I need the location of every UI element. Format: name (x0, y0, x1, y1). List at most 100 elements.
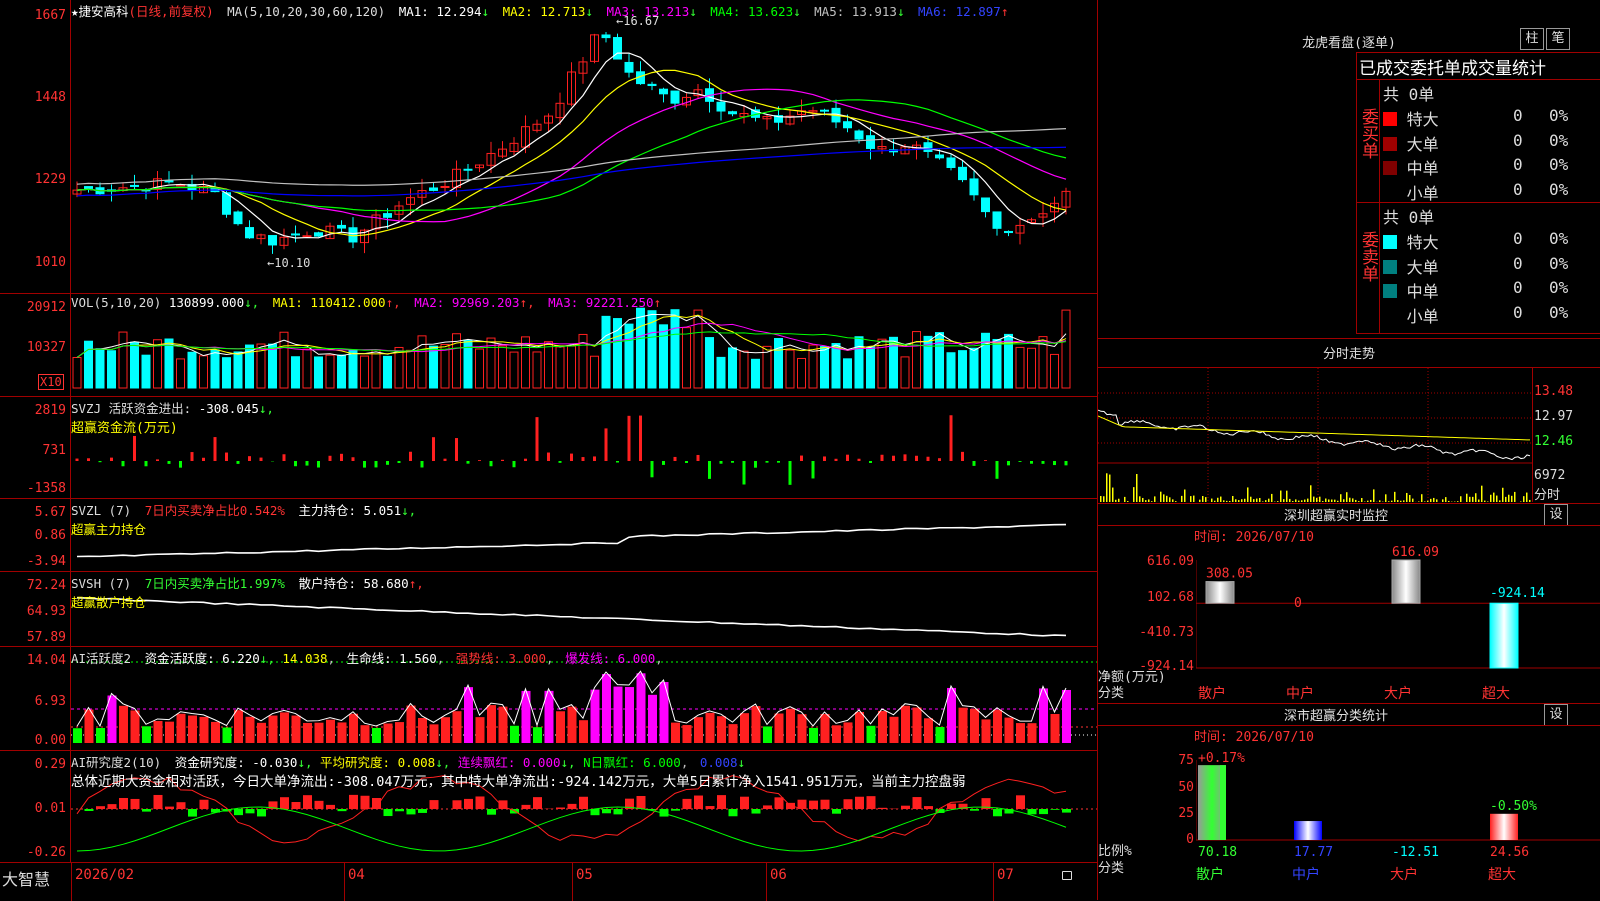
candle-body (867, 136, 875, 149)
intraday-volume-bar (1355, 500, 1357, 502)
candle-body (648, 84, 656, 85)
sz-monitor-chart: 308.05散户0中户616.09大户-924.14超大 (1196, 540, 1600, 704)
fund-flow-bar (593, 456, 596, 461)
fund-flow-bar (76, 459, 79, 461)
fund-flow-bar (294, 461, 297, 466)
activity-bar (234, 710, 243, 743)
fund-flow-bar (375, 461, 378, 467)
svzj-pane[interactable]: 2819 731 -1358 SVZJ 活跃资金进出: -308.045↓, 超… (0, 397, 1097, 499)
activity-bar (740, 713, 749, 743)
activity-bar (1051, 714, 1060, 743)
research-bar (407, 809, 416, 814)
fund-flow-bar (306, 461, 309, 466)
intraday-volume-bar (1286, 491, 1288, 502)
volume-bar (303, 349, 311, 388)
sz-class-category: 分类 (1098, 857, 1124, 876)
intraday-volume-bar (1169, 497, 1171, 502)
candle-body (131, 185, 139, 186)
axis-label: 14.04 (27, 653, 66, 668)
intraday-panel[interactable]: 分时走势 13.48 12.97 12.46 6972 分时 (1098, 338, 1600, 504)
kline-pane[interactable]: 1667 1448 1229 1010 ★捷安高科(日线,前复权) MA(5,1… (0, 0, 1097, 294)
activity-bar (694, 717, 703, 743)
sz-monitor-settings-button[interactable]: 设 (1544, 504, 1568, 526)
volume-bar (326, 355, 334, 388)
bar-mode-button[interactable]: 柱 (1520, 28, 1544, 50)
research-bar (901, 806, 910, 809)
research-bar (349, 795, 358, 809)
candle-body (1005, 231, 1013, 232)
intraday-axis-label: 12.97 (1534, 409, 1573, 424)
candle-body (292, 234, 300, 235)
intraday-volume-bar (1172, 499, 1174, 502)
kline-plot[interactable]: ←16.67 ←10.10 (71, 0, 1097, 293)
volume-bar (1016, 347, 1024, 388)
svzl-pane[interactable]: 5.67 0.86 -3.94 SVZL (7) 7日内买卖净占比0.542% … (0, 499, 1097, 572)
intraday-volume-bar (1325, 499, 1327, 502)
activity-bar (602, 674, 611, 743)
svsh-pane[interactable]: 72.24 64.93 57.89 SVSH (7) 7日内买卖净占比1.997… (0, 572, 1097, 647)
sz-monitor-category: 分类 (1098, 682, 1124, 701)
lock-icon[interactable] (1062, 871, 1072, 880)
volume-bar (970, 348, 978, 388)
volume-bar (878, 339, 886, 388)
bar-value-label: 70.18 (1198, 845, 1237, 860)
intraday-volume-bar (1277, 501, 1279, 502)
activity-bar (292, 716, 301, 743)
intraday-volume-bar (1202, 496, 1204, 502)
kline-mode: (日线,前复权) (129, 4, 214, 19)
fund-flow-bar (524, 459, 527, 461)
activity-bar (1028, 723, 1037, 743)
intraday-volume-bar (1301, 500, 1303, 502)
candle-body (338, 225, 346, 228)
fund-flow-bar (1065, 461, 1068, 465)
intraday-volume-bar (1430, 499, 1432, 502)
sz-class-settings-button[interactable]: 设 (1544, 704, 1568, 726)
fund-flow-bar (1030, 461, 1033, 464)
stock-name[interactable]: ★捷安高科 (71, 4, 129, 19)
intraday-volume-bar (1199, 500, 1201, 502)
intraday-volume-bar (1247, 487, 1249, 502)
fund-flow-bar (133, 436, 136, 461)
fund-flow-bar (789, 461, 792, 485)
intraday-volume-bar (1412, 499, 1414, 502)
fund-flow-bar (570, 454, 573, 461)
volume-bar (867, 347, 875, 388)
activity-bar (73, 728, 82, 743)
volume-unit-badge: X10 (38, 374, 64, 390)
volume-bar (786, 350, 794, 388)
intraday-volume-bar (1259, 498, 1261, 502)
candle-body (430, 188, 438, 190)
ai-research-pane[interactable]: 0.29 0.01 -0.26 AI研究度2(10) 资金研究度: -0.030… (0, 751, 1097, 862)
research-bar (775, 797, 784, 809)
activity-bar (959, 708, 968, 743)
volume-bar (499, 346, 507, 388)
x-label: 2026/02 (75, 867, 134, 883)
activity-bar (407, 706, 416, 743)
fund-flow-bar (823, 456, 826, 461)
intraday-volume-bar (1307, 499, 1309, 502)
volume-bar (729, 348, 737, 388)
research-bar (740, 797, 749, 809)
intraday-volume-bar (1331, 500, 1333, 502)
activity-bar (1016, 723, 1025, 743)
ai-activity-pane[interactable]: 14.04 6.93 0.00 AI活跃度2 资金活跃度: 6.220↓, 14… (0, 647, 1097, 751)
volume-pane[interactable]: 20912 10327 X10 VOL(5,10,20) 130899.000↓… (0, 294, 1097, 397)
intraday-volume-bar (1238, 500, 1240, 502)
activity-bar (246, 717, 255, 743)
volume-bar (717, 357, 725, 388)
intraday-volume-bar (1349, 498, 1351, 502)
axis-label: 20912 (27, 300, 66, 315)
activity-bar (878, 711, 887, 743)
activity-bar (717, 716, 726, 743)
axis-label: -0.26 (27, 845, 66, 860)
volume-bar (234, 352, 242, 388)
candlestick-chart[interactable] (71, 0, 1097, 293)
tick-mode-button[interactable]: 笔 (1546, 28, 1570, 50)
activity-bar (568, 707, 577, 743)
volume-bar (913, 332, 921, 388)
intraday-volume-bar (1118, 499, 1120, 502)
intraday-volume-bar (1310, 485, 1312, 502)
candle-body (269, 236, 277, 245)
intraday-chart[interactable] (1098, 368, 1532, 502)
activity-bar (913, 708, 922, 743)
